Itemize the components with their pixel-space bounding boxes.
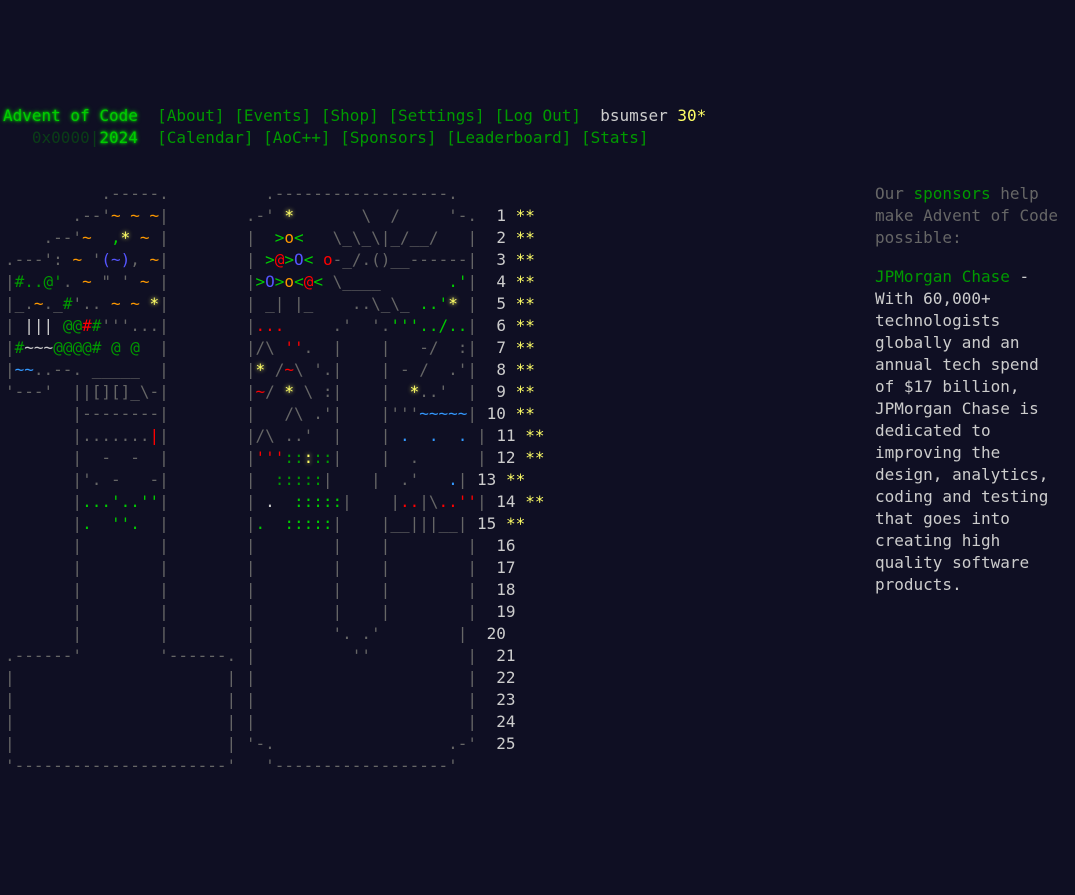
calendar-day-3[interactable]: .---': ~ '(~), ~| | >@>O< o-_/.()__-----…: [5, 249, 545, 271]
header-bottom-row: 0x0000|2024 [Calendar] [AoC++] [Sponsors…: [3, 127, 649, 149]
calendar-day-11[interactable]: |.......|| |/\ ..' | | . . . | 11 **: [5, 425, 544, 447]
nav-about[interactable]: [About]: [157, 106, 224, 125]
nav-stats[interactable]: [Stats]: [581, 128, 648, 147]
sponsor-intro: Our sponsors help make Advent of Code po…: [875, 184, 1059, 247]
nav-events[interactable]: [Events]: [234, 106, 311, 125]
nav-logout[interactable]: [Log Out]: [494, 106, 581, 125]
star-count: 30*: [677, 106, 707, 125]
calendar-art: .-----. .------------------. .--'~ ~ ~| …: [5, 184, 545, 775]
nav-shop[interactable]: [Shop]: [321, 106, 379, 125]
calendar-day-17[interactable]: | | | | | | 17: [5, 557, 545, 579]
site-title[interactable]: Advent of Code: [3, 106, 138, 125]
calendar-day-22[interactable]: | | | | 22: [5, 667, 545, 689]
calendar-day-18[interactable]: | | | | | | 18: [5, 579, 545, 601]
calendar-day-19[interactable]: | | | | | | 19: [5, 601, 545, 623]
nav-sponsors[interactable]: [Sponsors]: [340, 128, 436, 147]
header-top-row: Advent of Code [About] [Events] [Shop] […: [3, 105, 706, 127]
calendar-day-20[interactable]: | | | '. .' | 20: [5, 623, 545, 645]
nav-leaderboard[interactable]: [Leaderboard]: [446, 128, 571, 147]
user-name: bsumser: [600, 106, 668, 125]
year-prefix: 0x0000|: [31, 128, 100, 147]
calendar-day-6[interactable]: | ||| @@##'''...| |... .' '.'''../..| 6 …: [5, 315, 545, 337]
sponsor-entry: JPMorgan Chase - With 60,000+ technologi…: [875, 266, 1060, 596]
calendar-day-5[interactable]: |_.~._#'.. ~ ~ *| | _| |_ ..\_\_ ..'* | …: [5, 293, 545, 315]
calendar-day-13[interactable]: |'. - -| | :::::| | .' .| 13 **: [5, 469, 545, 491]
calendar-day-8[interactable]: |~~..--. _____ | |* /~\ '.| | - / .'| 8 …: [5, 359, 545, 381]
nav-calendar[interactable]: [Calendar]: [157, 128, 253, 147]
nav-aocpp[interactable]: [AoC++]: [263, 128, 330, 147]
calendar-day-21[interactable]: .------' '------. | '' | 21: [5, 645, 545, 667]
calendar-day-25[interactable]: | | '-. .-' 25: [5, 733, 545, 755]
calendar-day-9[interactable]: '---' ||[][]_\-| |~/ * \ :| | *..' | 9 *…: [5, 381, 545, 403]
calendar-day-12[interactable]: | - - | |''':::::| | . | 12 **: [5, 447, 545, 469]
calendar-day-10[interactable]: |--------| | /\ .'| |'''~~~~~| 10 **: [5, 403, 545, 425]
calendar-day-4[interactable]: |#..@'. ~ " ' ~ | |>O>o<@< \____ .'| 4 *…: [5, 271, 545, 293]
nav-settings[interactable]: [Settings]: [388, 106, 484, 125]
calendar-day-16[interactable]: | | | | | | 16: [5, 535, 545, 557]
sponsor-link[interactable]: JPMorgan Chase: [875, 267, 1010, 286]
calendar-day-23[interactable]: | | | | 23: [5, 689, 545, 711]
calendar-day-24[interactable]: | | | | 24: [5, 711, 545, 733]
sponsors-link[interactable]: sponsors: [914, 184, 991, 203]
year-link[interactable]: 2024: [99, 128, 138, 147]
calendar-day-2[interactable]: .--'~ ,* ~ | | >o< \_\_\|_/__/ | 2 **: [5, 227, 545, 249]
sponsor-description: - With 60,000+ technologists globally an…: [875, 267, 1049, 594]
calendar-day-7[interactable]: |#~~~@@@@# @ @ | |/\ ''. | | -/ :| 7 **: [5, 337, 545, 359]
sponsor-sidebar: Our sponsors help make Advent of Code po…: [875, 183, 1060, 596]
calendar-day-14[interactable]: |...'..''| | . :::::| |..|\..''| 14 **: [5, 491, 545, 513]
calendar-day-15[interactable]: |. ''. | |. :::::| |__|||__| 15 **: [5, 513, 545, 535]
calendar-day-1[interactable]: .--'~ ~ ~| .-' * \ / '-. 1 **: [5, 205, 545, 227]
